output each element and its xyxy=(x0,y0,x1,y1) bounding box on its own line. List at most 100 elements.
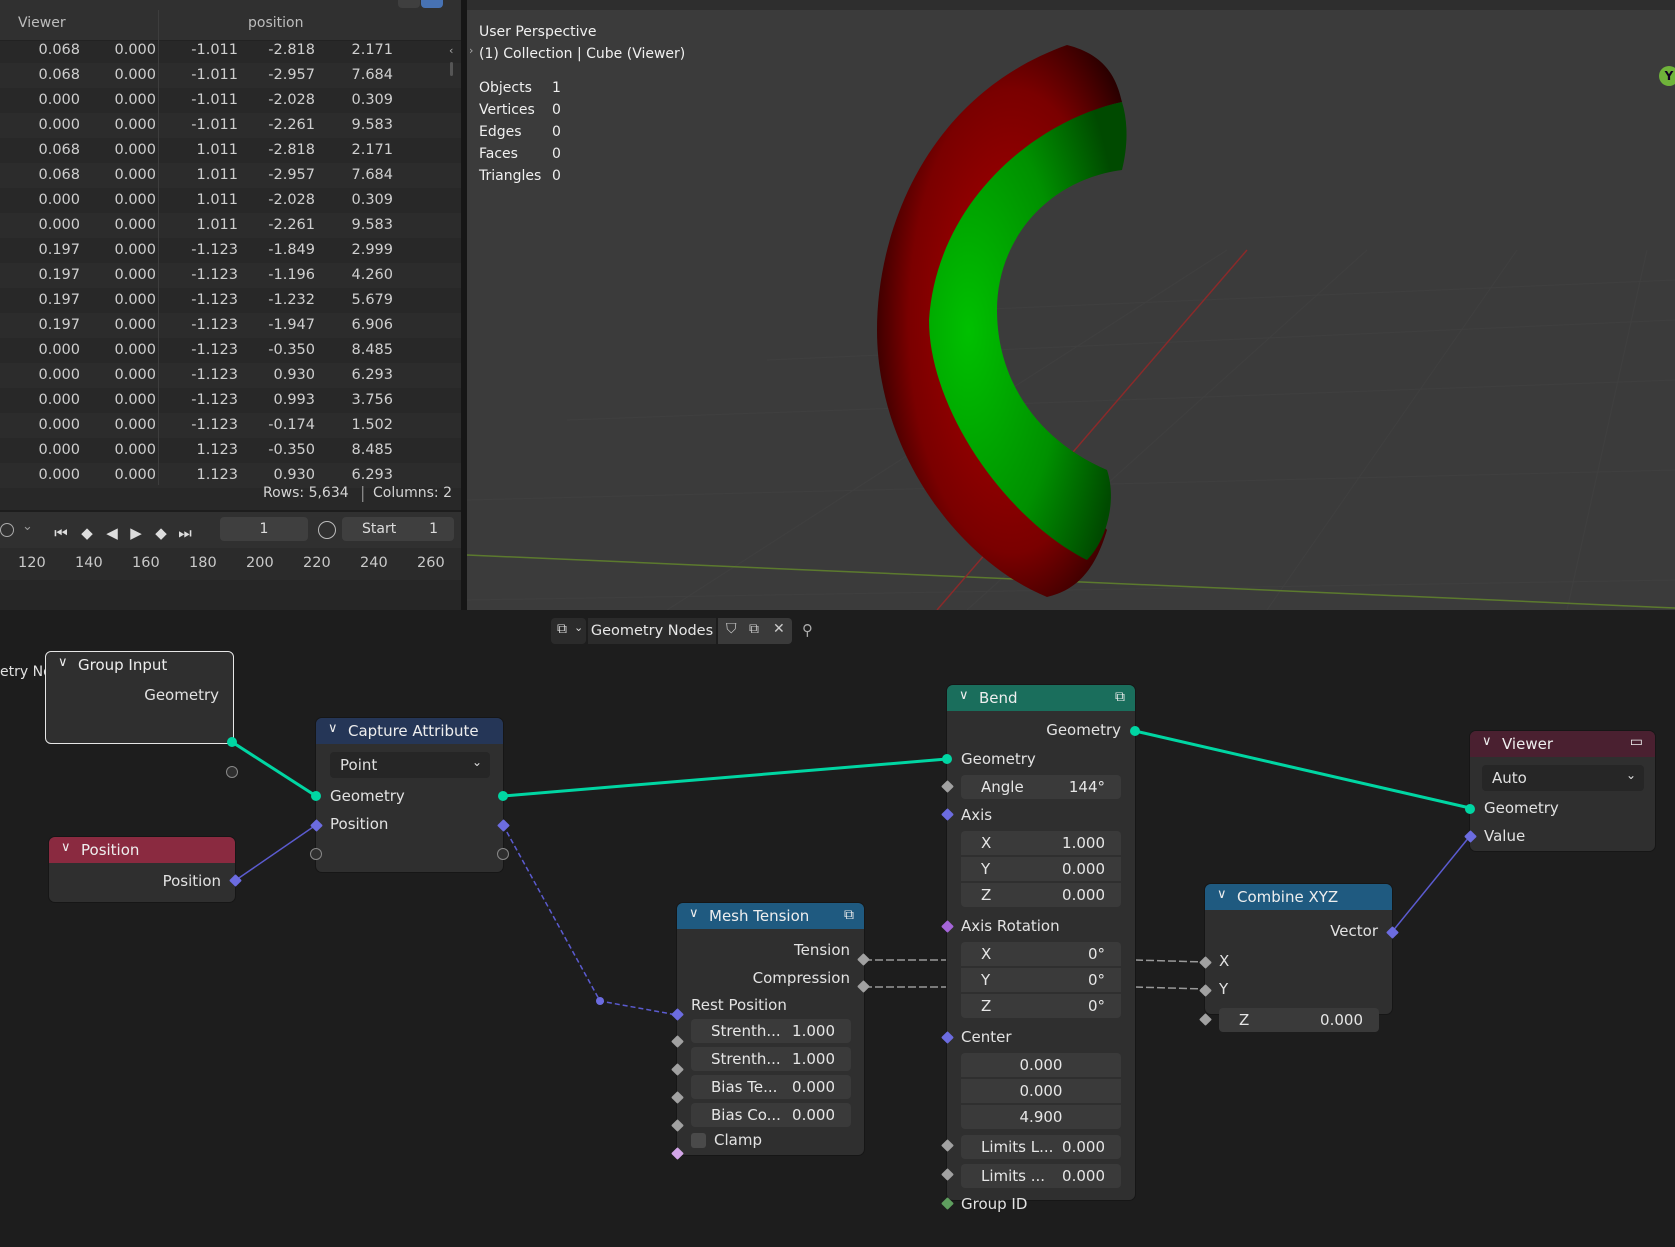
area-divider[interactable] xyxy=(461,0,467,610)
center-x-value: 0.000 xyxy=(1019,1056,1063,1074)
empty-socket[interactable] xyxy=(226,766,238,778)
reroute-node xyxy=(596,997,604,1005)
input-geometry-socket[interactable] xyxy=(942,754,952,764)
output-geometry-socket[interactable] xyxy=(498,791,508,801)
chevron-down-icon[interactable]: ∨ xyxy=(689,906,699,921)
table-cell: 0.000 xyxy=(114,467,156,483)
link-position-capture xyxy=(235,824,317,881)
table-cell: 1.011 xyxy=(196,217,238,233)
chevron-down-icon[interactable]: ∨ xyxy=(959,688,969,703)
table-row: 0.068 0.000 -1.011 -2.818 2.171 xyxy=(0,38,461,63)
monitor-icon[interactable]: ▭ xyxy=(1630,734,1643,750)
chevron-down-icon[interactable]: ∨ xyxy=(58,655,68,670)
mesh-tension-field[interactable]: Bias Te... 0.000 xyxy=(691,1075,851,1099)
clamp-checkbox[interactable] xyxy=(691,1133,706,1148)
node-header[interactable]: ∨ Group Input xyxy=(46,652,233,678)
axis-z-value: 0.000 xyxy=(1062,886,1105,904)
domain-dropdown[interactable]: Point ⌄ xyxy=(330,752,490,778)
axis-x-field[interactable]: X 1.000 xyxy=(961,831,1121,855)
mesh-tension-field[interactable]: Strenth... 1.000 xyxy=(691,1047,851,1071)
rotation-y-field[interactable]: Y 0° xyxy=(961,968,1121,992)
chevron-down-icon[interactable]: ∨ xyxy=(61,840,71,855)
timeline-track[interactable] xyxy=(0,580,461,610)
limits-lower-field[interactable]: Limits L... 0.000 xyxy=(961,1135,1121,1159)
group-node-icon[interactable]: ⧉ xyxy=(844,907,854,923)
bend-node[interactable]: ∨ Bend ⧉ Geometry Geometry Angle 144° Ax… xyxy=(947,685,1135,1200)
center-x-field[interactable]: 0.000 xyxy=(961,1053,1121,1077)
mesh-tension-field[interactable]: Strenth... 1.000 xyxy=(691,1019,851,1043)
input-geometry-label: Geometry xyxy=(1484,799,1559,817)
table-cell: 4.260 xyxy=(351,267,393,283)
axis-z-field[interactable]: Z 0.000 xyxy=(961,883,1121,907)
mesh-tension-field[interactable]: Bias Co... 0.000 xyxy=(691,1103,851,1127)
limits-upper-field[interactable]: Limits ... 0.000 xyxy=(961,1164,1121,1188)
domain-value: Point xyxy=(340,756,378,774)
table-cell: -1.123 xyxy=(191,317,238,333)
empty-input-socket[interactable] xyxy=(310,848,322,860)
output-position-label: Position xyxy=(162,872,221,890)
scrollbar[interactable] xyxy=(450,62,453,76)
chevron-down-icon[interactable]: ∨ xyxy=(328,721,338,736)
node-editor[interactable]: ⧉ ⌄ Geometry Nodes ⛉ ⧉ ✕ ⚲ etry Nodes ∨ … xyxy=(0,612,1675,1247)
group-node-icon[interactable]: ⧉ xyxy=(1115,689,1125,705)
chevron-down-icon[interactable]: ∨ xyxy=(1217,887,1227,902)
node-title: Group Input xyxy=(78,656,168,674)
column-header-position[interactable]: position xyxy=(248,15,303,31)
table-cell: 6.906 xyxy=(351,317,393,333)
node-header[interactable]: ∨ Position xyxy=(49,837,235,863)
filter-icon[interactable] xyxy=(421,0,443,8)
viewer-domain-dropdown[interactable]: Auto ⌄ xyxy=(1482,765,1644,791)
input-geometry-socket[interactable] xyxy=(1465,804,1475,814)
capture-attribute-node[interactable]: ∨ Capture Attribute Point ⌄ Geometry Pos… xyxy=(316,718,503,872)
group-input-node[interactable]: ∨ Group Input Geometry xyxy=(45,651,234,744)
axis-y-field[interactable]: Y 0.000 xyxy=(961,857,1121,881)
node-header[interactable]: ∨ Capture Attribute xyxy=(316,718,503,744)
output-geometry-socket[interactable] xyxy=(227,737,237,747)
rotation-x-field[interactable]: X 0° xyxy=(961,942,1121,966)
column-header-viewer[interactable]: Viewer xyxy=(18,15,66,31)
center-y-value: 0.000 xyxy=(1019,1082,1063,1100)
chevron-down-icon[interactable]: ∨ xyxy=(1482,734,1492,749)
input-value-label: Value xyxy=(1484,827,1526,845)
rotation-x-label: X xyxy=(981,945,992,963)
output-compression-label: Compression xyxy=(752,969,850,987)
collapse-arrow-icon[interactable]: ‹ xyxy=(449,44,453,57)
output-geometry-socket[interactable] xyxy=(1130,726,1140,736)
axis-gizmo-y-icon[interactable]: Y xyxy=(1659,66,1675,86)
table-cell: 0.068 xyxy=(38,142,80,158)
collapse-icon[interactable] xyxy=(398,0,420,8)
frame-tick: 260 xyxy=(417,555,445,571)
stat-label: Vertices xyxy=(479,102,535,118)
table-row: 0.000 0.000 -1.011 -2.261 9.583 xyxy=(0,113,461,138)
input-geometry-label: Geometry xyxy=(330,787,405,805)
link-to-combine-y xyxy=(1134,986,1206,990)
frame-tick: 160 xyxy=(132,555,160,571)
node-header[interactable]: ∨ Combine XYZ xyxy=(1205,884,1392,910)
angle-field[interactable]: Angle 144° xyxy=(961,775,1121,799)
3d-viewport[interactable]: User Perspective (1) Collection | Cube (… xyxy=(467,0,1675,610)
empty-output-socket[interactable] xyxy=(497,848,509,860)
node-header[interactable]: ∨ Viewer ▭ xyxy=(1470,731,1655,757)
combine-z-field[interactable]: Z 0.000 xyxy=(1219,1008,1379,1032)
node-header[interactable]: ∨ Bend ⧉ xyxy=(947,685,1135,711)
collection-label: (1) Collection | Cube (Viewer) xyxy=(479,46,686,62)
axis-y-label: Y xyxy=(981,860,991,878)
mesh-tension-node[interactable]: ∨ Mesh Tension ⧉ Tension Compression Res… xyxy=(677,903,864,1155)
combine-xyz-node[interactable]: ∨ Combine XYZ Vector X Y xyxy=(1205,884,1392,1014)
table-cell: 0.000 xyxy=(114,142,156,158)
field-value: 1.000 xyxy=(792,1050,835,1068)
center-z-field[interactable]: 4.900 xyxy=(961,1105,1121,1129)
viewer-node[interactable]: ∨ Viewer ▭ Auto ⌄ Geometry Value xyxy=(1470,731,1655,851)
table-cell: 8.485 xyxy=(351,442,393,458)
node-header[interactable]: ∨ Mesh Tension ⧉ xyxy=(677,903,864,929)
spreadsheet-footer: Rows: 5,634 | Columns: 2 xyxy=(263,483,452,502)
center-y-field[interactable]: 0.000 xyxy=(961,1079,1121,1103)
mesh-tension-fields: Strenth... 1.000 Strenth... 1.000 Bias Te...… xyxy=(691,1019,851,1139)
table-cell: 7.684 xyxy=(351,67,393,83)
table-cell: 0.000 xyxy=(114,92,156,108)
position-node[interactable]: ∨ Position Position xyxy=(49,837,235,902)
rotation-z-field[interactable]: Z 0° xyxy=(961,994,1121,1018)
input-geometry-socket[interactable] xyxy=(311,791,321,801)
expand-arrow-icon[interactable]: › xyxy=(469,44,473,57)
table-cell: -1.123 xyxy=(191,417,238,433)
